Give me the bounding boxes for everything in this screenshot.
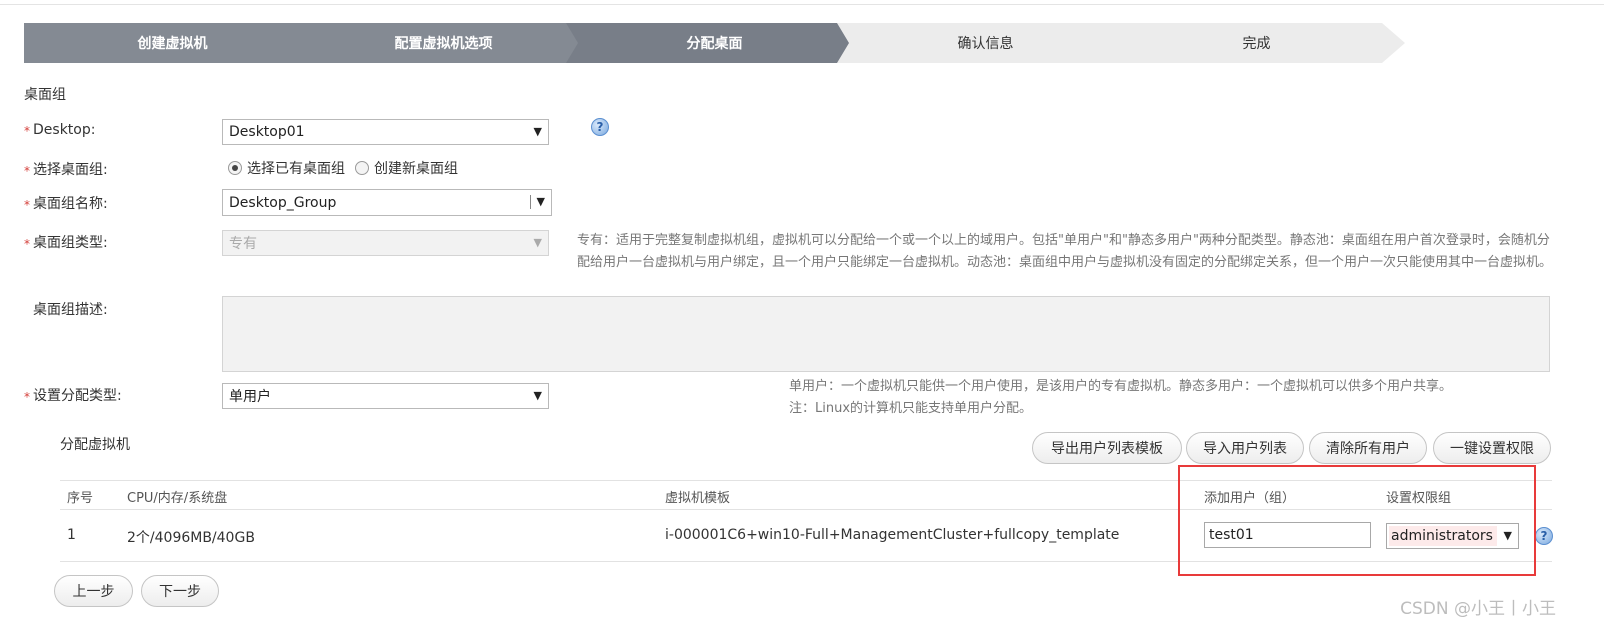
desktop-select-value: Desktop01 xyxy=(229,124,305,140)
set-permissions-button[interactable]: 一键设置权限 xyxy=(1433,432,1551,464)
column-header-template: 虚拟机模板 xyxy=(665,491,731,506)
group-type-description: 专有：适用于完整复制虚拟机组，虚拟机可以分配给一个或一个以上的域用户。包括"单用… xyxy=(577,233,1553,270)
required-mark: * xyxy=(24,237,30,251)
wizard-step-label: 完成 xyxy=(1242,36,1271,52)
wizard-step-label: 分配桌面 xyxy=(686,36,743,52)
top-divider xyxy=(0,4,1604,5)
help-icon[interactable]: ? xyxy=(1535,527,1553,545)
assign-type-description-line2: 注：Linux的计算机只能支持单用户分配。 xyxy=(789,401,1033,416)
group-desc-label: 桌面组描述: xyxy=(33,302,108,318)
assign-type-label-text: 设置分配类型: xyxy=(33,388,122,404)
desktop-select[interactable]: Desktop01 ▼ xyxy=(222,119,549,145)
required-mark: * xyxy=(24,390,30,404)
radio-existing-group-label[interactable]: 选择已有桌面组 xyxy=(247,158,345,178)
group-type-value: 专有 xyxy=(229,236,257,252)
required-mark: * xyxy=(24,164,30,178)
column-header-index: 序号 xyxy=(67,491,94,506)
help-icon[interactable]: ? xyxy=(591,118,609,136)
radio-new-group-label[interactable]: 创建新桌面组 xyxy=(374,158,458,178)
wizard-step-label: 创建虚拟机 xyxy=(137,36,208,52)
column-header-spec: CPU/内存/系统盘 xyxy=(127,491,228,506)
radio-new-group[interactable] xyxy=(355,161,369,175)
section-title: 桌面组 xyxy=(24,87,66,103)
chevron-down-icon: ▼ xyxy=(533,389,542,402)
group-name-combobox[interactable]: Desktop_Group ▼ xyxy=(222,189,552,216)
select-group-label: * 选择桌面组: xyxy=(24,159,108,179)
wizard-step-config-vm: 配置虚拟机选项 xyxy=(295,23,592,63)
row-spec: 2个/4096MB/40GB xyxy=(127,530,255,546)
assign-type-select[interactable]: 单用户 ▼ xyxy=(222,383,549,409)
desktop-label: * Desktop: xyxy=(24,122,95,138)
clear-users-button[interactable]: 清除所有用户 xyxy=(1309,432,1427,464)
desktop-label-text: Desktop: xyxy=(33,122,96,138)
group-name-label: * 桌面组名称: xyxy=(24,193,108,213)
export-template-button[interactable]: 导出用户列表模板 xyxy=(1032,432,1182,464)
assign-type-description: 单用户：一个虚拟机只能供一个用户使用，是该用户的专有虚拟机。静态多用户：一个虚拟… xyxy=(789,376,1579,420)
assign-type-description-line1: 单用户：一个虚拟机只能供一个用户使用，是该用户的专有虚拟机。静态多用户：一个虚拟… xyxy=(789,379,1453,394)
select-group-label-text: 选择桌面组: xyxy=(33,162,108,178)
highlight-box xyxy=(1178,465,1536,576)
row-index: 1 xyxy=(67,527,76,543)
watermark: CSDN @小王丨小王 xyxy=(1400,599,1556,619)
group-name-value: Desktop_Group xyxy=(229,194,337,211)
next-step-button[interactable]: 下一步 xyxy=(141,575,219,607)
group-type-select: 专有 ▼ xyxy=(222,230,549,256)
chevron-down-icon: ▼ xyxy=(533,125,542,138)
group-desc-textarea xyxy=(222,296,1550,372)
select-group-radio-group: 选择已有桌面组 创建新桌面组 xyxy=(228,158,468,178)
wizard-step-assign-desktop: 分配桌面 xyxy=(566,23,863,63)
wizard-step-confirm: 确认信息 xyxy=(837,23,1134,63)
group-type-label: * 桌面组类型: xyxy=(24,232,108,252)
chevron-down-icon: ▼ xyxy=(533,236,542,249)
assign-type-label: * 设置分配类型: xyxy=(24,385,122,405)
row-template: i-000001C6+win10-Full+ManagementCluster+… xyxy=(665,527,1120,543)
import-users-button[interactable]: 导入用户列表 xyxy=(1186,432,1304,464)
required-mark: * xyxy=(24,124,30,138)
radio-existing-group[interactable] xyxy=(228,161,242,175)
wizard-steps: 创建虚拟机 配置虚拟机选项 分配桌面 确认信息 完成 xyxy=(24,23,1424,63)
wizard-step-finish: 完成 xyxy=(1108,23,1405,63)
group-type-label-text: 桌面组类型: xyxy=(33,235,108,251)
wizard-step-label: 配置虚拟机选项 xyxy=(394,36,493,52)
chevron-down-icon: ▼ xyxy=(536,195,545,208)
assign-vm-title: 分配虚拟机 xyxy=(60,437,130,453)
combobox-separator xyxy=(530,195,531,209)
prev-step-button[interactable]: 上一步 xyxy=(54,575,133,607)
assign-type-value: 单用户 xyxy=(229,389,271,405)
wizard-step-create-vm: 创建虚拟机 xyxy=(24,23,321,63)
group-name-label-text: 桌面组名称: xyxy=(33,196,108,212)
required-mark: * xyxy=(24,198,30,212)
wizard-step-label: 确认信息 xyxy=(957,36,1014,52)
